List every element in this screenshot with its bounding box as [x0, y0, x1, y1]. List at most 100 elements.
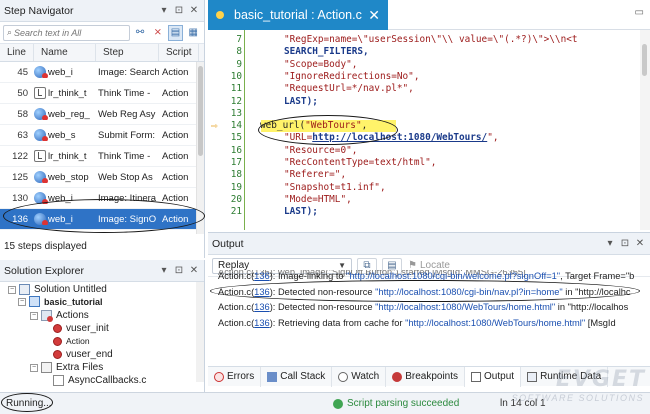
step-search-row: ⌕ ⚯ ⨯ ▤ ▦: [0, 22, 204, 44]
step-row[interactable]: 125 web_stop Web Stop As Action: [0, 167, 204, 188]
web-submit-icon: [34, 129, 48, 141]
step-row[interactable]: 136 web_i Image: SignO Action: [0, 209, 204, 230]
code-line[interactable]: 8 SEARCH_FILTERS,: [208, 46, 638, 58]
status-running: Running...: [6, 398, 52, 409]
script-icon: [29, 296, 40, 307]
code-text: SEARCH_FILTERS,: [284, 46, 369, 58]
step-row[interactable]: 45 web_i Image: Search Action: [0, 62, 204, 83]
close-tab-icon[interactable]: ✕: [368, 7, 380, 24]
solution-explorer-scrollbar[interactable]: [196, 282, 204, 382]
code-text: LAST);: [284, 95, 318, 107]
close-icon[interactable]: ✕: [188, 265, 200, 277]
step-row[interactable]: 50 lr_think_t Think Time - Action: [0, 83, 204, 104]
line-number: 10: [230, 70, 242, 82]
pin-icon[interactable]: ⊡: [173, 265, 185, 277]
output-text: ): Image-linking to: [269, 271, 347, 281]
web-image-icon: [34, 192, 48, 204]
execution-arrow-icon: ⇨: [211, 119, 218, 133]
close-icon[interactable]: ✕: [188, 5, 200, 17]
panel-menu-icon[interactable]: ▾: [158, 265, 170, 277]
pin-icon[interactable]: ⊡: [173, 5, 185, 17]
column-header-name[interactable]: Name: [34, 44, 96, 61]
step-script: Action: [162, 129, 189, 141]
tree-item-actions[interactable]: − Actions: [30, 310, 89, 322]
code-line[interactable]: 15 "URL=http://localhost:1080/WebTours/",: [208, 132, 638, 144]
code-line[interactable]: 9 "Scope=Body",: [208, 59, 638, 71]
column-header-line[interactable]: Line: [0, 44, 34, 61]
tab-watch[interactable]: Watch: [332, 366, 387, 387]
collapse-icon[interactable]: −: [18, 297, 26, 306]
step-row[interactable]: 58 web_reg_ Web Reg Asy Action: [0, 104, 204, 125]
step-grid-scrollbar[interactable]: [196, 62, 204, 234]
step-name: lr_think_t: [48, 87, 87, 99]
collapse-icon[interactable]: −: [30, 363, 38, 372]
tab-label: Watch: [351, 371, 380, 382]
panel-menu-icon[interactable]: ▾: [604, 238, 616, 250]
output-url: "http://localhost:1080/WebTours/home.htm…: [405, 317, 586, 328]
call-stack-icon: [267, 371, 278, 382]
code-text: "IgnoreRedirections=No",: [284, 70, 420, 82]
tree-item-solution[interactable]: − Solution Untitled: [8, 284, 107, 295]
code-line[interactable]: 21 LAST);: [208, 206, 638, 218]
output-line-link[interactable]: 136: [254, 318, 270, 328]
code-text: "Resource=0",: [284, 144, 358, 156]
output-line-link[interactable]: 136: [254, 271, 270, 281]
tree-item-script[interactable]: − basic_tutorial: [18, 296, 103, 307]
code-line[interactable]: 11 "RequestUrl=*/nav.pl*",: [208, 83, 638, 95]
code-text: "RequestUrl=*/nav.pl*",: [284, 83, 414, 95]
tree-item-action[interactable]: Action: [53, 336, 90, 346]
grid-view-icon[interactable]: ▤: [167, 24, 184, 41]
watermark: EVGET: [555, 367, 646, 392]
code-line[interactable]: 20 "Mode=HTML",: [208, 194, 638, 206]
output-icon: [471, 371, 482, 382]
line-number: 8: [236, 46, 242, 58]
step-search-box[interactable]: ⌕: [3, 24, 131, 41]
thumbnail-view-icon[interactable]: ▦: [185, 25, 201, 41]
code-line[interactable]: 17 "RecContentType=text/html",: [208, 157, 638, 169]
file-icon: [53, 375, 64, 386]
tab-call-stack[interactable]: Call Stack: [261, 366, 333, 387]
tab-action-c[interactable]: basic_tutorial : Action.c ✕: [208, 0, 388, 30]
code-line[interactable]: 19 "Snapshot=t1.inf",: [208, 182, 638, 194]
column-header-script[interactable]: Script: [159, 44, 199, 61]
step-name: lr_think_t: [48, 150, 87, 162]
collapse-icon[interactable]: −: [30, 311, 38, 320]
code-line[interactable]: ⇨ 14 web_url("WebTours",: [208, 119, 638, 133]
step-row[interactable]: 63 web_s Submit Form: Action: [0, 125, 204, 146]
step-name-cell: web_s: [34, 129, 96, 141]
output-line: Action.c(136): Detected non-resource "ht…: [218, 285, 631, 299]
tree-item-async-callbacks[interactable]: AsyncCallbacks.c: [53, 375, 146, 386]
close-icon[interactable]: ✕: [634, 238, 646, 250]
column-header-step[interactable]: Step: [96, 44, 159, 61]
code-area[interactable]: 7 "RegExp=name=\"userSession\"\\ value=\"…: [208, 30, 650, 230]
code-line[interactable]: 7 "RegExp=name=\"userSession\"\\ value=\"…: [208, 34, 638, 46]
tree-item-extra-files[interactable]: − Extra Files: [30, 362, 103, 373]
step-search-input[interactable]: [14, 27, 123, 38]
pin-icon[interactable]: ⊡: [619, 238, 631, 250]
collapse-icon[interactable]: −: [8, 285, 16, 294]
code-line[interactable]: 10 "IgnoreRedirections=No",: [208, 71, 638, 83]
tree-label: Solution Untitled: [34, 284, 107, 295]
output-line-link[interactable]: 136: [254, 302, 270, 312]
output-line-link[interactable]: 136: [254, 287, 270, 297]
line-number: 20: [230, 193, 242, 205]
editor-scrollbar[interactable]: [640, 30, 650, 230]
step-row[interactable]: 130 web_i Image: Itinera Action: [0, 188, 204, 209]
code-line[interactable]: 16 "Resource=0",: [208, 145, 638, 157]
code-line[interactable]: 18 "Referer=",: [208, 169, 638, 181]
tab-list-icon[interactable]: ▭: [635, 7, 644, 18]
find-options-icon[interactable]: ⚯: [132, 25, 148, 41]
tab-errors[interactable]: Errors: [208, 366, 262, 387]
code-line[interactable]: 13: [208, 108, 638, 120]
output-text: ): Detected non-resource: [269, 286, 376, 297]
step-name: web_i: [48, 66, 73, 78]
clear-search-icon[interactable]: ⨯: [150, 25, 166, 41]
step-row[interactable]: 122 lr_think_t Think Time - Action: [0, 146, 204, 167]
tab-breakpoints[interactable]: Breakpoints: [386, 366, 466, 387]
tree-item-vuser-init[interactable]: vuser_init: [53, 323, 109, 334]
code-line[interactable]: 12 LAST);: [208, 96, 638, 108]
tab-output[interactable]: Output: [465, 366, 522, 387]
panel-menu-icon[interactable]: ▾: [158, 5, 170, 17]
solution-icon: [19, 284, 30, 295]
tree-item-vuser-end[interactable]: vuser_end: [53, 349, 113, 360]
